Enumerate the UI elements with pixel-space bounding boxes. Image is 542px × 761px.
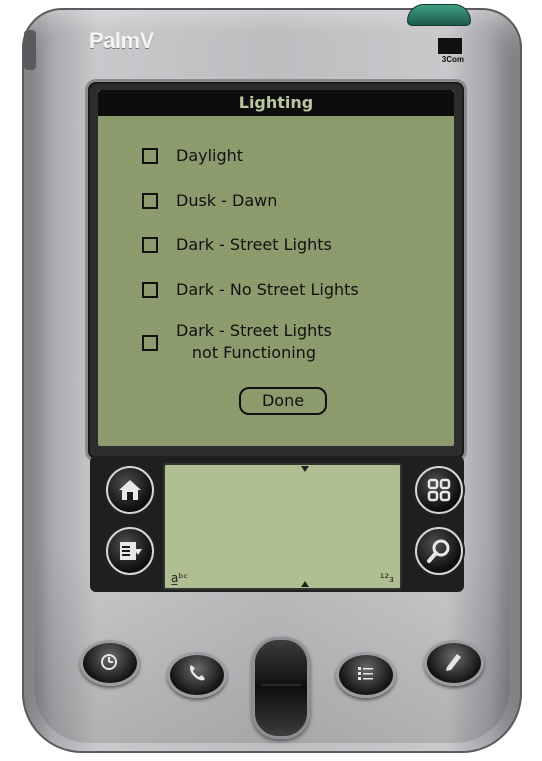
option-label: Dark - Street Lights not Functioning: [176, 320, 332, 364]
scroll-button[interactable]: [252, 637, 310, 739]
option-label-line1: Dark - Street Lights: [176, 321, 332, 340]
option-dusk-dawn[interactable]: Dusk - Dawn: [142, 190, 277, 212]
checkbox-dark-lights-not-functioning[interactable]: [142, 335, 158, 351]
graffiti-number-mode-glyph: ¹²₃: [379, 571, 394, 585]
option-daylight[interactable]: Daylight: [142, 145, 243, 167]
address-button[interactable]: [167, 652, 227, 698]
option-label: Dark - No Street Lights: [176, 280, 359, 299]
calendar-button[interactable]: [80, 640, 140, 686]
checkbox-dark-no-street-lights[interactable]: [142, 282, 158, 298]
calendar-icon: [99, 651, 121, 675]
option-label: Dark - Street Lights: [176, 235, 332, 254]
menu-icon[interactable]: [106, 527, 154, 575]
scroll-divider: [261, 684, 301, 686]
find-icon[interactable]: [415, 527, 463, 575]
home-icon[interactable]: [106, 466, 154, 514]
option-label-line2: not Functioning: [191, 343, 316, 362]
option-dark-no-street-lights[interactable]: Dark - No Street Lights: [142, 279, 359, 301]
applications-icon[interactable]: [415, 466, 463, 514]
option-label: Dusk - Dawn: [176, 191, 278, 210]
hotsync-led: [407, 4, 471, 26]
company-logo-text: 3Com: [441, 55, 464, 64]
done-button[interactable]: Done: [239, 387, 327, 415]
lcd-screen: Lighting Daylight Dusk - Dawn Dark - Str…: [98, 90, 454, 446]
todo-button[interactable]: [336, 652, 396, 698]
brand-logo: PalmV: [89, 28, 154, 53]
checkbox-dark-street-lights[interactable]: [142, 237, 158, 253]
graffiti-letter-mode-glyph: a̲ᵇᶜ: [171, 571, 188, 585]
stylus-clip: [24, 30, 36, 70]
graffiti-divider-bottom: [301, 581, 309, 587]
checkbox-dusk-dawn[interactable]: [142, 193, 158, 209]
memo-button[interactable]: [424, 640, 484, 686]
option-label: Daylight: [176, 146, 244, 165]
graffiti-divider-top: [301, 466, 309, 472]
option-dark-lights-not-functioning[interactable]: Dark - Street Lights not Functioning: [142, 320, 332, 364]
form-title: Lighting: [238, 93, 314, 112]
form-title-bar: Lighting: [98, 90, 454, 116]
phone-icon: [186, 662, 208, 688]
company-logo: 3Com: [434, 38, 464, 66]
todo-icon: [355, 663, 377, 687]
option-dark-street-lights[interactable]: Dark - Street Lights: [142, 234, 332, 256]
checkbox-daylight[interactable]: [142, 148, 158, 164]
memo-icon: [443, 650, 465, 676]
graffiti-input-area[interactable]: a̲ᵇᶜ ¹²₃: [163, 463, 402, 590]
